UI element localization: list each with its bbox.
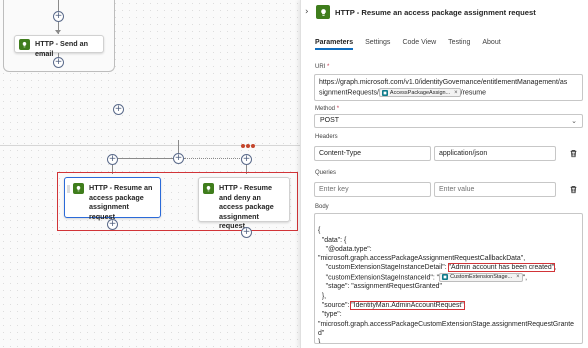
token-remove-icon[interactable]: × xyxy=(516,273,520,281)
body-line: "customExtensionStageInstanceId": " Custo… xyxy=(318,272,528,282)
add-step-button[interactable]: + xyxy=(53,11,64,22)
http-bulb-icon xyxy=(203,183,214,194)
branch-connector-pending xyxy=(184,158,246,159)
uri-text-line: signmentRequests/AccessPackageAssign... ×… xyxy=(319,88,486,97)
token-remove-icon[interactable]: × xyxy=(454,89,458,97)
add-step-button[interactable]: + xyxy=(241,227,252,238)
http-bulb-icon xyxy=(316,5,330,19)
body-label: Body xyxy=(315,204,329,210)
trash-icon[interactable] xyxy=(569,149,578,158)
query-key-input[interactable]: Enter key xyxy=(314,182,431,197)
action-title: HTTP - Send an email xyxy=(35,39,88,58)
action-card-send-email[interactable]: HTTP - Send an email xyxy=(14,35,104,58)
body-line: { xyxy=(318,227,321,235)
tab-settings[interactable]: Settings xyxy=(365,39,390,50)
tab-parameters[interactable]: Parameters xyxy=(315,39,354,50)
action-card-resume-request[interactable]: HTTP - Resume an access package assignme… xyxy=(64,177,161,221)
uri-label: URI * xyxy=(315,64,330,70)
run-status-dots xyxy=(241,144,255,148)
body-line: "@odata.type": xyxy=(318,245,372,253)
panel-title: HTTP - Resume an access package assignme… xyxy=(335,7,536,17)
trash-icon[interactable] xyxy=(569,185,578,194)
add-step-button[interactable]: + xyxy=(241,154,252,165)
arrow-down-icon xyxy=(55,30,61,34)
panel-tabs: Parameters Settings Code View Testing Ab… xyxy=(315,39,501,50)
action-title: HTTP - Resume an access package assignme… xyxy=(89,183,153,221)
dynamic-content-token[interactable]: CustomExtensionStage... × xyxy=(439,272,523,282)
method-dropdown[interactable]: POST ⌄ xyxy=(314,114,583,128)
uri-text-line: https://graph.microsoft.com/v1.0/identit… xyxy=(319,79,568,86)
token-icon xyxy=(381,89,388,96)
body-line: "customExtensionStageInstanceDetail": "A… xyxy=(318,262,557,273)
tab-code-view[interactable]: Code View xyxy=(402,39,436,50)
add-step-button[interactable]: + xyxy=(107,219,118,230)
action-card-resume-deny-request[interactable]: HTTP - Resume and deny an access package… xyxy=(198,177,290,230)
action-details-panel: › HTTP - Resume an access package assign… xyxy=(300,0,588,348)
add-step-button[interactable]: + xyxy=(53,57,64,68)
scope-divider xyxy=(0,145,300,146)
body-line: "data": { xyxy=(318,236,347,244)
action-title: HTTP - Resume and deny an access package… xyxy=(219,183,274,230)
highlighted-value: "IdentityMan.AdminAccountRequest" xyxy=(349,300,466,311)
http-bulb-icon xyxy=(19,39,30,50)
body-line: d" xyxy=(318,329,325,337)
chevron-right-icon[interactable]: › xyxy=(305,7,315,17)
token-icon xyxy=(442,274,449,281)
tab-about[interactable]: About xyxy=(482,39,500,50)
drag-handle-icon[interactable] xyxy=(67,185,70,193)
body-line: "type": xyxy=(318,311,342,319)
body-line: "source": "IdentityMan.AdminAccountReque… xyxy=(318,300,466,311)
method-label: Method * xyxy=(315,106,340,112)
body-line: } xyxy=(318,339,321,344)
queries-label: Queries xyxy=(315,170,337,176)
method-value: POST xyxy=(320,117,340,124)
header-key-input[interactable]: Content-Type xyxy=(314,146,431,161)
chevron-down-icon: ⌄ xyxy=(571,117,577,125)
body-line: "microsoft.graph.accessPackageCustomExte… xyxy=(318,320,574,328)
body-editor[interactable]: { "data": { "@odata.type": "microsoft.gra… xyxy=(314,213,583,344)
add-step-button[interactable]: + xyxy=(113,104,124,115)
body-line: "microsoft.graph.accessPackageAssignment… xyxy=(318,255,526,263)
panel-header: › HTTP - Resume an access package assign… xyxy=(305,4,584,20)
http-bulb-icon xyxy=(73,183,84,194)
branch-connector xyxy=(113,158,173,159)
query-value-input[interactable]: Enter value xyxy=(434,182,556,197)
body-line: }, xyxy=(318,292,327,300)
dynamic-content-token[interactable]: AccessPackageAssign... × xyxy=(378,88,461,97)
body-line: "stage": "assignmentRequestGranted" xyxy=(318,283,442,291)
workflow-canvas[interactable]: + HTTP - Send an email + + + + + HTTP - … xyxy=(0,0,300,348)
headers-label: Headers xyxy=(315,134,338,140)
header-value-input[interactable]: application/json xyxy=(434,146,556,161)
uri-field[interactable]: https://graph.microsoft.com/v1.0/identit… xyxy=(314,74,583,101)
tab-testing[interactable]: Testing xyxy=(448,39,470,50)
add-step-button[interactable]: + xyxy=(107,154,118,165)
add-step-button[interactable]: + xyxy=(173,153,184,164)
highlighted-value: "Admin account has been created" xyxy=(447,262,556,273)
